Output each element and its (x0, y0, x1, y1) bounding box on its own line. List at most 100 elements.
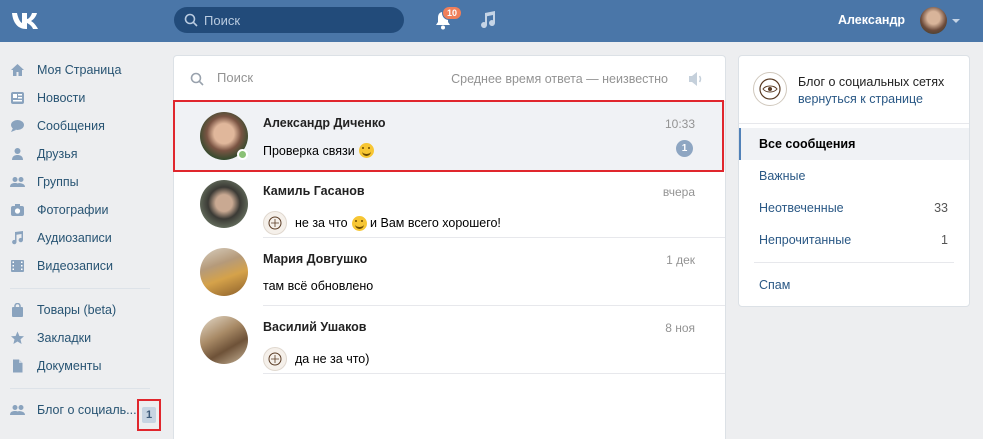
filter-label: Неотвеченные (759, 201, 844, 215)
message-text: там всё обновлено (263, 279, 374, 293)
smile-emoji-icon (358, 143, 374, 158)
sidebar-item-my-page[interactable]: Моя Страница (0, 56, 160, 84)
community-logo-icon[interactable] (753, 72, 787, 106)
sidebar-item-label: Сообщения (37, 119, 105, 133)
dialog-row[interactable]: Мария Довгушко 1 дек там всё обновлено (174, 238, 725, 306)
header-search-input[interactable] (204, 12, 384, 28)
groups-icon (9, 175, 26, 190)
camera-icon (9, 203, 26, 218)
music-note-icon (9, 231, 26, 246)
filter-unanswered[interactable]: Неотвеченные 33 (739, 192, 969, 224)
filter-spam[interactable]: Спам (739, 269, 969, 301)
filter-label: Важные (759, 169, 806, 183)
sidebar-item-label: Моя Страница (37, 63, 122, 77)
bag-icon (9, 303, 26, 318)
filter-label: Непрочитанные (759, 233, 852, 247)
filter-label: Все сообщения (759, 137, 856, 151)
message-text-2: и Вам всего хорошего! (370, 216, 501, 230)
user-name[interactable]: Александр (838, 13, 905, 27)
sidebar-item-news[interactable]: Новости (0, 84, 160, 112)
dialogs-panel: Среднее время ответа — неизвестно Алекса… (173, 55, 726, 439)
sidebar-item-group-blog[interactable]: Блог о социаль... (0, 396, 160, 424)
filters-panel: Блог о социальных сетях вернуться к стра… (738, 55, 970, 307)
community-header: Блог о социальных сетях вернуться к стра… (739, 56, 969, 124)
video-icon (9, 259, 26, 274)
news-icon (9, 91, 26, 106)
filter-unread[interactable]: Непрочитанные 1 (739, 224, 969, 256)
sidebar-divider (10, 388, 150, 389)
filter-important[interactable]: Важные (739, 160, 969, 192)
search-icon (190, 72, 204, 86)
sidebar-item-label: Аудиозаписи (37, 231, 112, 245)
group-logo-icon (263, 347, 287, 371)
document-icon (9, 359, 26, 374)
groups-icon (9, 403, 26, 418)
community-title[interactable]: Блог о социальных сетях (798, 75, 958, 89)
sidebar-item-friends[interactable]: Друзья (0, 140, 160, 168)
smile-emoji-icon (351, 215, 367, 231)
sidebar-item-label: Документы (37, 359, 102, 373)
sidebar-item-documents[interactable]: Документы (0, 352, 160, 380)
sidebar-item-label: Фотографии (37, 203, 109, 217)
unread-badge: 1 (676, 140, 693, 157)
dialog-last-message: да не за что) (263, 347, 369, 371)
search-icon (184, 13, 198, 27)
speaker-icon[interactable] (687, 71, 705, 87)
dialogs-header: Среднее время ответа — неизвестно (174, 56, 725, 102)
dialog-last-message: Проверка связи (263, 143, 374, 158)
dialog-name[interactable]: Александр Диченко (263, 116, 386, 130)
dialog-row[interactable]: Камиль Гасанов вчера не за что и Вам все… (174, 170, 725, 238)
message-text: не за что (295, 216, 348, 230)
messages-icon (9, 119, 26, 134)
filter-count: 1 (941, 233, 948, 247)
sidebar-item-label: Видеозаписи (37, 259, 114, 273)
filter-all-messages[interactable]: Все сообщения (739, 128, 969, 160)
sidebar-item-photos[interactable]: Фотографии (0, 196, 160, 224)
home-icon (9, 63, 26, 78)
avatar[interactable] (200, 180, 248, 228)
filter-list: Все сообщения Важные Неотвеченные 33 Непр… (739, 124, 969, 301)
sidebar-item-video[interactable]: Видеозаписи (0, 252, 160, 280)
message-text: да не за что) (295, 352, 370, 366)
friends-icon (9, 147, 26, 162)
row-divider (263, 373, 725, 374)
avatar[interactable] (920, 7, 947, 34)
dialog-name[interactable]: Мария Довгушко (263, 252, 367, 266)
sidebar-item-groups[interactable]: Группы (0, 168, 160, 196)
dialog-last-message: не за что и Вам всего хорошего! (263, 211, 501, 235)
filter-count: 33 (934, 201, 948, 215)
sidebar-item-messages[interactable]: Сообщения (0, 112, 160, 140)
star-icon (9, 331, 26, 346)
header-search[interactable] (174, 7, 404, 33)
sidebar-item-bookmarks[interactable]: Закладки (0, 324, 160, 352)
avatar[interactable] (200, 316, 248, 364)
filter-label: Спам (759, 278, 791, 292)
dialog-name[interactable]: Василий Ушаков (263, 320, 366, 334)
sidebar-divider (10, 288, 150, 289)
chevron-down-icon[interactable] (952, 19, 960, 23)
dialog-time: 10:33 (664, 117, 695, 131)
music-icon[interactable] (479, 10, 497, 30)
online-indicator (237, 149, 248, 160)
dialog-time: 1 дек (666, 253, 695, 267)
dialog-name[interactable]: Камиль Гасанов (263, 184, 365, 198)
dialog-time: 8 ноя (665, 321, 695, 335)
filter-divider (754, 262, 954, 263)
sidebar-item-audio[interactable]: Аудиозаписи (0, 224, 160, 252)
counter-badge: 1 (141, 407, 157, 423)
dialog-row[interactable]: Василий Ушаков 8 ноя да не за что) (174, 306, 725, 374)
sidebar-item-goods[interactable]: Товары (beta) (0, 296, 160, 324)
left-sidebar: Моя Страница Новости Сообщения Друзья Гр… (0, 56, 160, 424)
sidebar-item-label: Блог о социаль... (37, 403, 137, 417)
sidebar-item-label: Друзья (37, 147, 78, 161)
avatar[interactable] (200, 248, 248, 296)
vk-logo-icon[interactable] (10, 8, 44, 34)
sidebar-item-label: Товары (beta) (37, 303, 117, 317)
group-messages-counter[interactable]: 1 (137, 399, 161, 431)
back-to-page-link[interactable]: вернуться к странице (798, 92, 923, 106)
dialog-row[interactable]: Александр Диченко 10:33 Проверка связи 1 (174, 102, 725, 170)
avg-response-time: Среднее время ответа — неизвестно (451, 72, 668, 86)
notifications-badge: 10 (442, 6, 463, 20)
dialogs-search-input[interactable] (217, 70, 417, 85)
group-logo-icon (263, 211, 287, 235)
